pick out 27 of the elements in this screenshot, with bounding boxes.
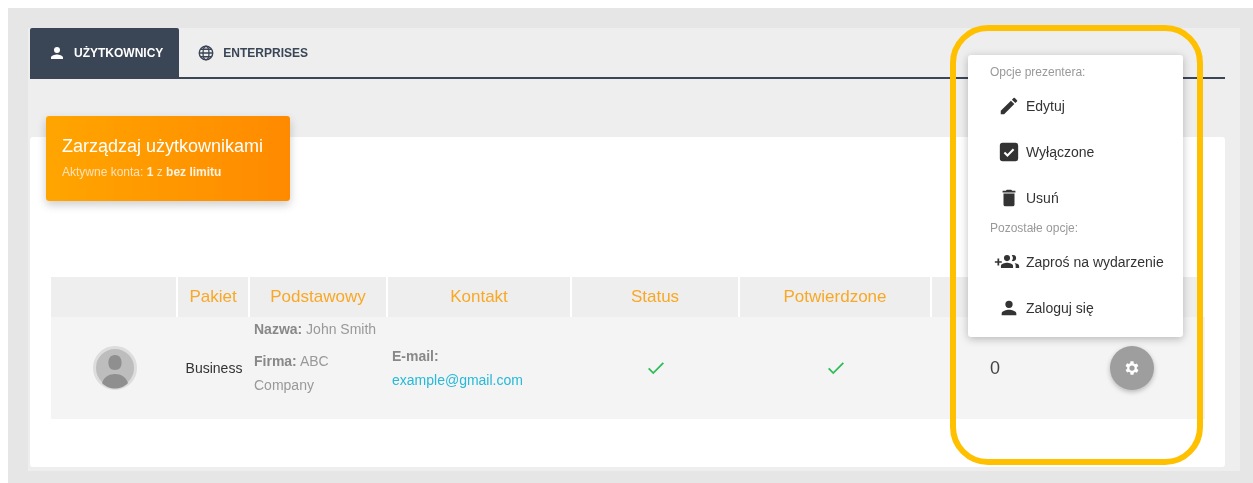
- settings-button[interactable]: [1110, 346, 1154, 390]
- card-subtitle: Aktywne konta: 1 z bez limitu: [62, 165, 223, 179]
- menu-item[interactable]: Zaloguj się: [968, 285, 1183, 331]
- gear-icon: [1123, 359, 1141, 377]
- menu-item[interactable]: Zaproś na wydarzenie: [968, 239, 1183, 285]
- count-text: 0: [990, 357, 1000, 379]
- menu-section-heading: Pozostałe opcje:: [989, 221, 1080, 237]
- column-header: Status: [572, 277, 740, 317]
- avatar-icon: [92, 346, 137, 390]
- company-text: Firma: ABC Company: [254, 352, 330, 395]
- column-header: Pakiet: [178, 277, 250, 317]
- menu-item[interactable]: Usuń: [968, 175, 1183, 221]
- menu-section-heading: Opcje prezentera:: [989, 65, 1087, 81]
- tab[interactable]: UŻYTKOWNICY: [30, 28, 180, 77]
- pencil-icon: [998, 95, 1020, 117]
- menu-item[interactable]: Wyłączone: [968, 129, 1183, 175]
- package-text: Business: [185, 360, 243, 376]
- checkbox-icon[interactable]: [998, 141, 1020, 163]
- globe-icon: [197, 43, 216, 62]
- tab[interactable]: ENTERPRISES: [179, 28, 324, 77]
- email-text: E-mail: example@gmail.com: [392, 347, 524, 390]
- menu-item[interactable]: Edytuj: [968, 83, 1183, 129]
- name-text: Nazwa: John Smith: [254, 320, 377, 339]
- card-title: Zarządzaj użytkownikami: [62, 136, 265, 157]
- column-header: Potwierdzone: [740, 277, 932, 317]
- column-header: Podstawowy: [250, 277, 388, 317]
- column-header: Kontakt: [388, 277, 572, 317]
